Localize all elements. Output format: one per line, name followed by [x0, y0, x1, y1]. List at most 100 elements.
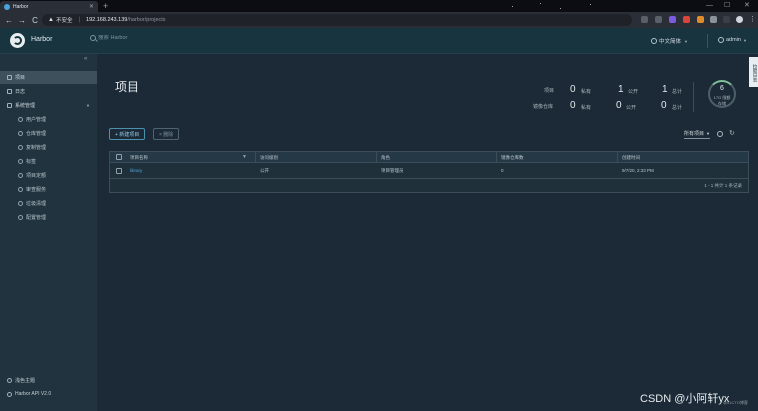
sidebar-item-users[interactable]: 用户管理 [0, 113, 97, 126]
share-icon[interactable] [641, 16, 648, 23]
sidebar-item-label: 日志 [15, 89, 26, 95]
star-decoration [560, 8, 561, 9]
sidebar: « 项目 日志 系统管理 ▼ 用户管理 仓库管理 复制管理 标签 项目定额 审查… [0, 54, 97, 411]
extension-icon[interactable] [697, 16, 704, 23]
sidebar-item-label: 仓库管理 [26, 131, 47, 137]
delete-project-button[interactable]: × 删除 [153, 128, 180, 140]
stat-private-label: 私有 [581, 89, 592, 95]
brand-name[interactable]: Harbor [31, 36, 52, 43]
api-label: Harbor API V2.0 [15, 391, 52, 397]
column-header-access[interactable]: 访问级别 [260, 155, 278, 161]
projects-table: 项目名称 ▼ 访问级别 角色 镜像仓库数 创建时间 library 公开 项目管… [109, 151, 749, 193]
project-filter-select[interactable]: 所有项目 ▼ [684, 130, 710, 139]
column-header-created[interactable]: 创建时间 [622, 155, 640, 161]
tab-close-icon[interactable]: ✕ [89, 3, 94, 10]
stat-project-public: 1 [618, 84, 624, 95]
collapse-sidebar-icon[interactable]: « [84, 56, 87, 62]
window-icon[interactable] [723, 16, 730, 23]
main-content: 项目 项目 0 私有 1 公开 1 总计 镜像仓库 0 私有 0 公开 0 总计… [97, 54, 758, 411]
menu-icon[interactable]: ⋮ [749, 16, 756, 23]
api-link[interactable]: Harbor API V2.0 [7, 391, 51, 397]
column-header-role[interactable]: 角色 [381, 155, 390, 161]
extension-icon[interactable] [669, 16, 676, 23]
sidebar-item-label: 用户管理 [26, 117, 47, 123]
username: admin [726, 37, 741, 43]
sidebar-item-label: 项目定额 [26, 173, 47, 179]
profile-icon[interactable] [736, 16, 743, 23]
harbor-favicon-icon [4, 3, 10, 10]
url-input[interactable]: ▲ 不安全 | 192.168.243.139 /harbor/projects [42, 14, 632, 26]
pull-log-tab[interactable]: 拉取日志 [749, 57, 758, 87]
star-decoration [540, 3, 541, 4]
new-tab-button[interactable]: + [103, 0, 108, 12]
extension-icon[interactable] [683, 16, 690, 23]
chevron-down-icon: ▼ [742, 37, 747, 43]
sidebar-item-projects[interactable]: 项目 [0, 71, 97, 84]
registry-icon [18, 131, 23, 136]
refresh-icon[interactable]: ↻ [729, 129, 735, 137]
harbor-logo-icon[interactable] [10, 33, 25, 48]
column-divider [255, 152, 256, 163]
project-name-link[interactable]: library [130, 168, 142, 173]
filter-label: 所有项目 [684, 131, 705, 137]
sidebar-item-administration[interactable]: 系统管理 ▼ [0, 99, 97, 112]
language-label: 中文简体 [659, 39, 682, 45]
stat-repo-private: 0 [570, 100, 576, 111]
global-search[interactable] [90, 35, 188, 41]
sidebar-item-label: 审查服务 [26, 187, 47, 193]
window-close-icon[interactable]: ✕ [744, 0, 750, 12]
sidebar-item-label: 复制管理 [26, 145, 47, 151]
user-menu[interactable]: admin ▼ [718, 37, 747, 43]
sidebar-item-replications[interactable]: 复制管理 [0, 141, 97, 154]
app-header: Harbor 中文简体 ▼ admin ▼ [0, 28, 758, 54]
minimize-icon[interactable]: — [706, 0, 713, 12]
bookmark-star-icon[interactable] [655, 16, 662, 23]
search-icon [90, 35, 96, 41]
sidebar-item-label: 标签 [26, 159, 37, 165]
table-header: 项目名称 ▼ 访问级别 角色 镜像仓库数 创建时间 [110, 152, 748, 163]
stats-divider [693, 82, 694, 112]
table-footer: 1 - 1 共计 1 条记录 [704, 183, 742, 188]
back-icon[interactable]: ← [5, 16, 13, 25]
stat-project-label: 项目 [544, 88, 555, 94]
stat-private-label: 私有 [581, 105, 592, 111]
puzzle-icon[interactable] [710, 16, 717, 23]
forward-icon[interactable]: → [18, 16, 26, 25]
new-project-button[interactable]: + 新建项目 [109, 128, 146, 140]
quota-icon [18, 173, 23, 178]
language-selector[interactable]: 中文简体 ▼ [651, 37, 688, 45]
row-checkbox[interactable] [116, 168, 122, 174]
stat-repo-total: 0 [661, 100, 667, 111]
sidebar-item-registries[interactable]: 仓库管理 [0, 127, 97, 140]
maximize-icon[interactable]: ☐ [724, 0, 730, 12]
warning-icon: ▲ [48, 17, 54, 23]
sidebar-item-interrogation[interactable]: 审查服务 [0, 183, 97, 196]
search-icon[interactable] [717, 131, 723, 137]
insecure-label: 不安全 [55, 18, 73, 24]
sidebar-item-label: 项目 [15, 75, 26, 81]
sidebar-item-configuration[interactable]: 配置管理 [0, 211, 97, 224]
column-header-name[interactable]: 项目名称 [130, 155, 148, 161]
replication-icon [18, 145, 23, 150]
sidebar-item-quotas[interactable]: 项目定额 [0, 169, 97, 182]
browser-tab[interactable]: Harbor ✕ [0, 1, 98, 12]
theme-toggle[interactable]: 浅色主题 [7, 377, 35, 384]
column-header-repo-count[interactable]: 镜像仓库数 [501, 155, 524, 161]
sidebar-item-logs[interactable]: 日志 [0, 85, 97, 98]
filter-icon[interactable]: ▼ [242, 154, 247, 160]
browser-tab-bar: Harbor ✕ + — ☐ ✕ [0, 0, 758, 12]
users-icon [18, 117, 23, 122]
reload-icon[interactable]: C [31, 16, 39, 25]
select-all-checkbox[interactable] [116, 154, 122, 160]
project-repo-count: 0 [501, 168, 504, 173]
sidebar-item-gc[interactable]: 垃圾清理 [0, 197, 97, 210]
tag-icon [18, 159, 23, 164]
search-input[interactable] [98, 35, 188, 41]
column-divider [496, 152, 497, 163]
table-row[interactable]: library 公开 项目管理员 0 9/7/20, 2:33 PM [110, 163, 748, 179]
sidebar-item-labels[interactable]: 标签 [0, 155, 97, 168]
stat-project-private: 0 [570, 84, 576, 95]
url-path: /harbor/projects [127, 17, 166, 23]
stat-public-label: 公开 [628, 89, 639, 95]
stat-total-label: 总计 [672, 105, 683, 111]
